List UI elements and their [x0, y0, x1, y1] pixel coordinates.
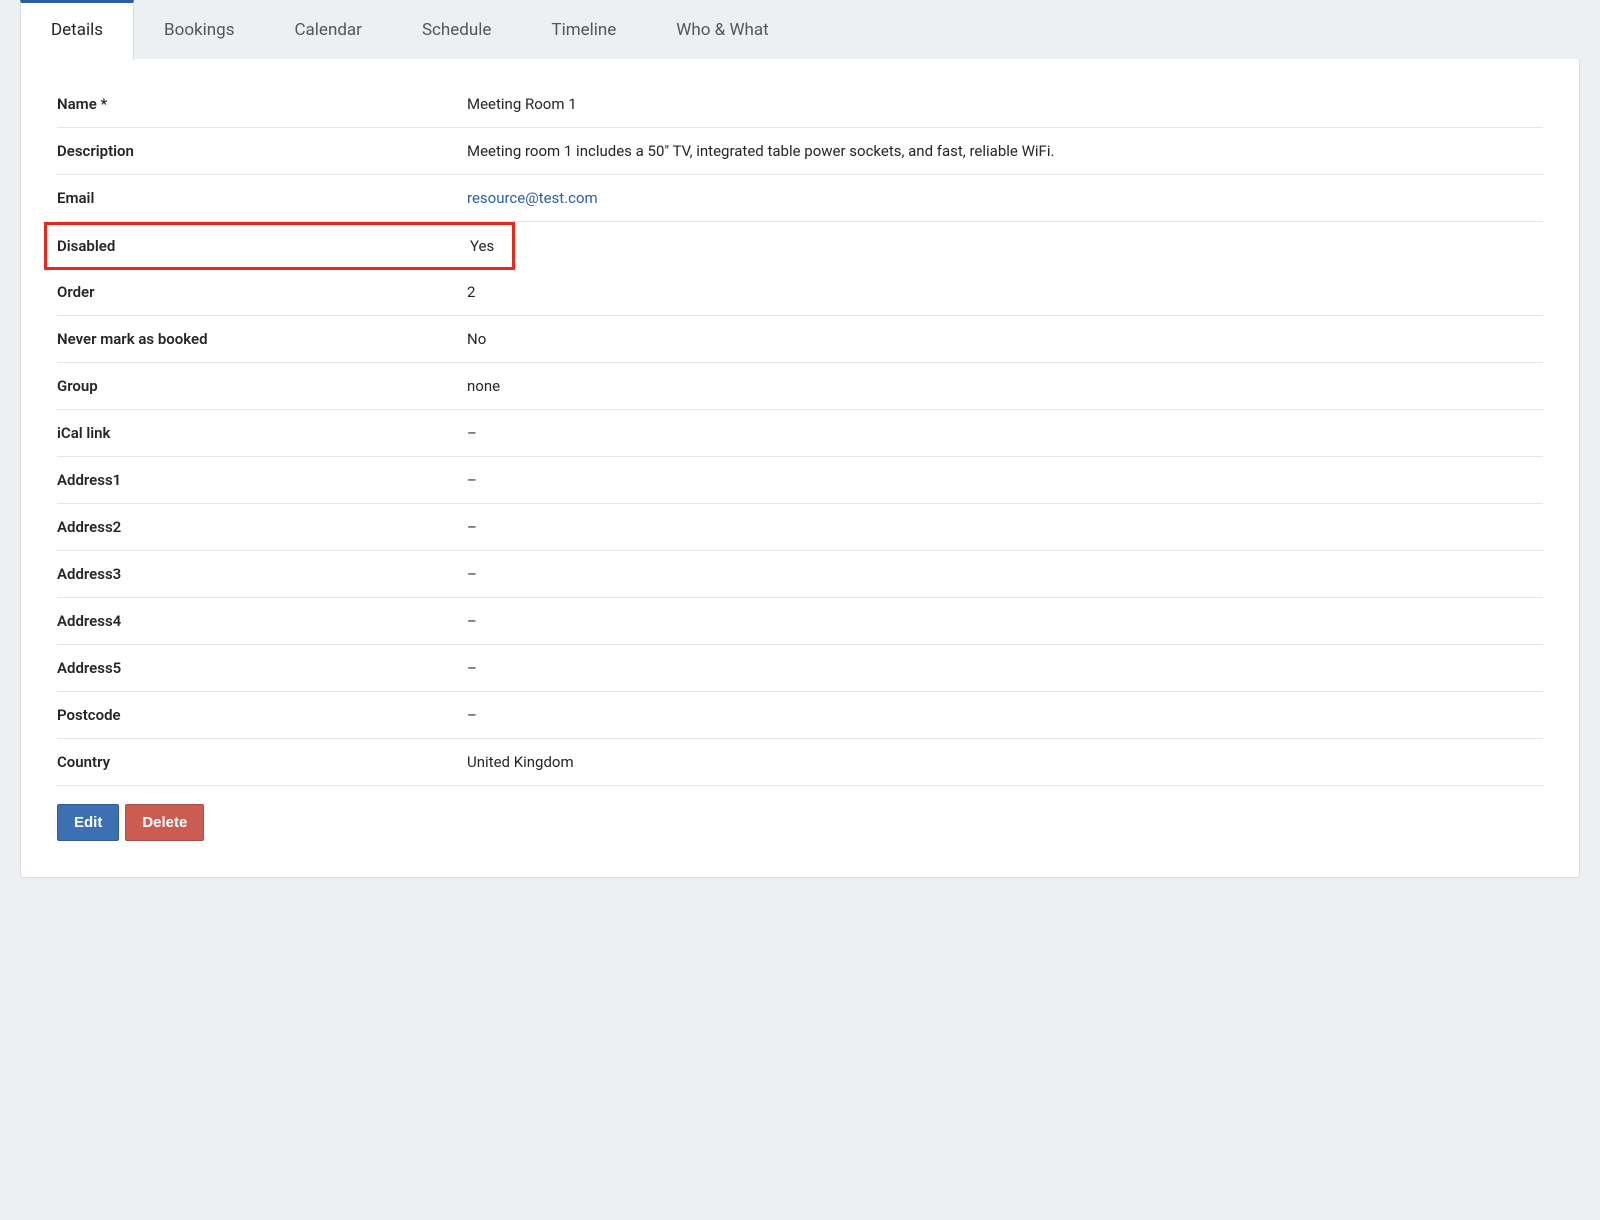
detail-value-address2: – [467, 518, 1543, 536]
detail-label-address1: Address1 [57, 471, 467, 489]
delete-button[interactable]: Delete [125, 804, 204, 841]
detail-value-address1: – [467, 471, 1543, 489]
detail-label-country: Country [57, 753, 467, 771]
detail-row-never-mark-as-booked: Never mark as bookedNo [57, 316, 1543, 363]
detail-row-group: Groupnone [57, 363, 1543, 410]
edit-button[interactable]: Edit [57, 804, 119, 841]
detail-value-postcode: – [467, 706, 1543, 724]
button-row: Edit Delete [57, 804, 1543, 841]
detail-value-never-mark-as-booked: No [467, 330, 1543, 348]
detail-row-address1: Address1– [57, 457, 1543, 504]
detail-label-never-mark-as-booked: Never mark as booked [57, 330, 467, 348]
detail-label-name: Name * [57, 95, 467, 113]
detail-row-address3: Address3– [57, 551, 1543, 598]
detail-value-order: 2 [467, 283, 1543, 301]
detail-row-address4: Address4– [57, 598, 1543, 645]
detail-row-address5: Address5– [57, 645, 1543, 692]
detail-row-email: Emailresource@test.com [57, 175, 1543, 222]
detail-value-address5: – [467, 659, 1543, 677]
detail-label-email: Email [57, 189, 467, 207]
detail-label-description: Description [57, 142, 467, 160]
detail-label-address2: Address2 [57, 518, 467, 536]
tab-timeline[interactable]: Timeline [521, 0, 646, 60]
detail-row-name: Name *Meeting Room 1 [57, 91, 1543, 128]
detail-row-country: CountryUnited Kingdom [57, 739, 1543, 786]
tab-who-what[interactable]: Who & What [646, 0, 798, 60]
tab-calendar[interactable]: Calendar [264, 0, 391, 60]
details-panel: Name *Meeting Room 1DescriptionMeeting r… [20, 59, 1580, 878]
detail-row-postcode: Postcode– [57, 692, 1543, 739]
detail-label-address5: Address5 [57, 659, 467, 677]
detail-value-ical-link: – [467, 424, 1543, 442]
detail-value-address4: – [467, 612, 1543, 630]
detail-label-address4: Address4 [57, 612, 467, 630]
detail-label-group: Group [57, 377, 467, 395]
detail-label-postcode: Postcode [57, 706, 467, 724]
detail-value-description: Meeting room 1 includes a 50" TV, integr… [467, 142, 1543, 160]
detail-row-description: DescriptionMeeting room 1 includes a 50"… [57, 128, 1543, 175]
tab-bookings[interactable]: Bookings [134, 0, 264, 60]
detail-value-name: Meeting Room 1 [467, 95, 1543, 113]
tab-schedule[interactable]: Schedule [392, 0, 521, 60]
detail-row-ical-link: iCal link– [57, 410, 1543, 457]
detail-value-group: none [467, 377, 1543, 395]
detail-value-country: United Kingdom [467, 753, 1543, 771]
detail-row-order: Order2 [57, 269, 1543, 316]
detail-value-disabled: Yes [470, 237, 502, 255]
detail-label-address3: Address3 [57, 565, 467, 583]
detail-label-order: Order [57, 283, 467, 301]
detail-value-address3: – [467, 565, 1543, 583]
tab-details[interactable]: Details [20, 0, 134, 60]
detail-label-ical-link: iCal link [57, 424, 467, 442]
detail-row-address2: Address2– [57, 504, 1543, 551]
detail-row-disabled: DisabledYes [44, 222, 515, 270]
detail-value-email[interactable]: resource@test.com [467, 189, 1543, 207]
tab-bar: DetailsBookingsCalendarScheduleTimelineW… [20, 0, 1580, 60]
detail-label-disabled: Disabled [57, 237, 470, 255]
